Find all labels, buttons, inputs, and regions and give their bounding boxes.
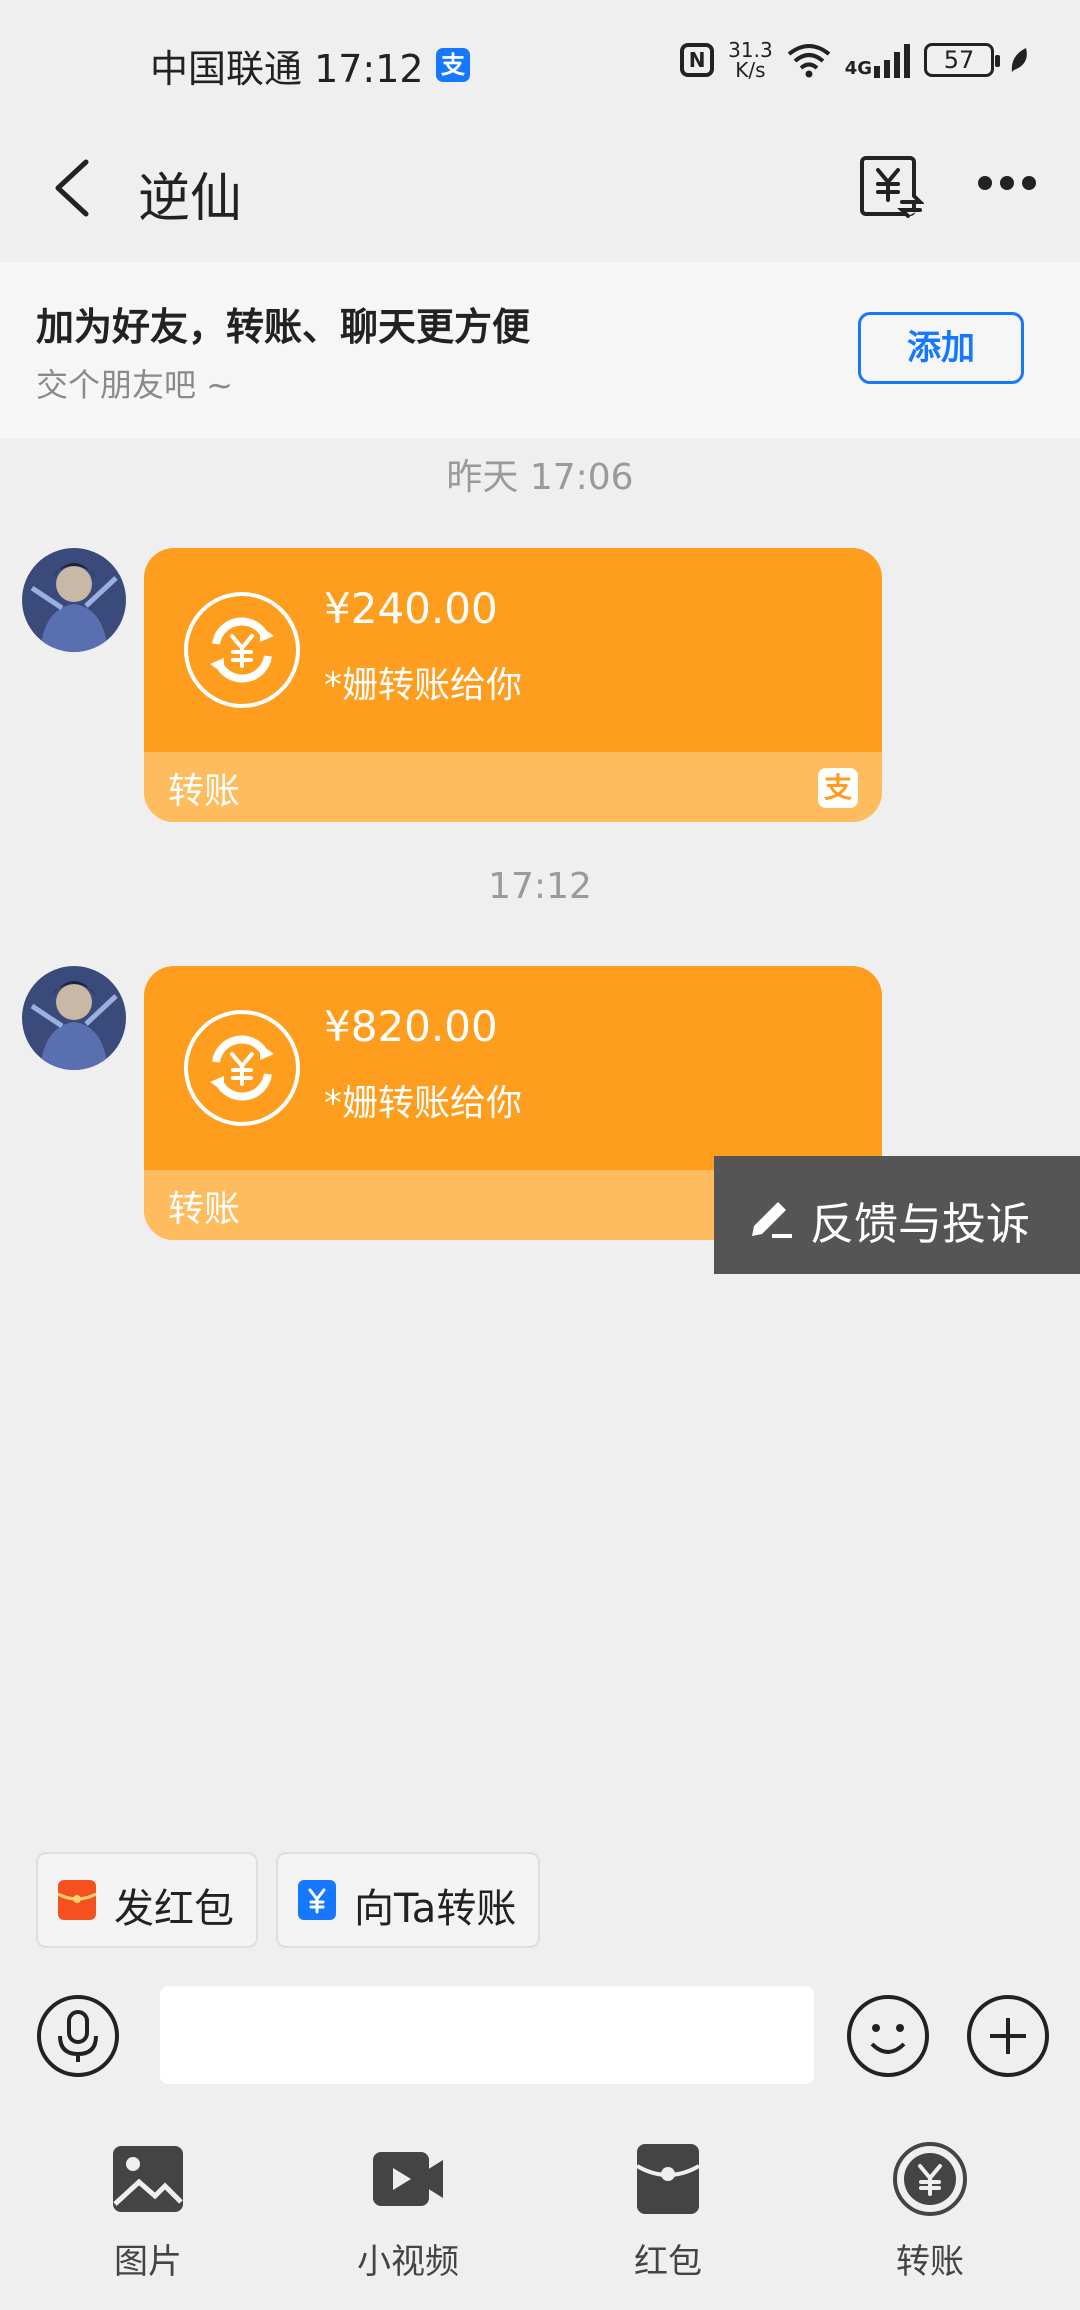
sender-avatar[interactable]	[22, 966, 126, 1070]
carrier-time: 中国联通 17:12	[150, 47, 424, 91]
back-arrow-icon[interactable]	[48, 158, 98, 218]
transfer-memo: *姗转账给你	[324, 665, 523, 706]
cellular: 4G	[845, 42, 910, 78]
emoji-icon[interactable]	[846, 1994, 930, 2078]
nfc-icon: N	[680, 43, 715, 77]
transfer-record-icon[interactable]	[858, 154, 924, 220]
sender-avatar[interactable]	[22, 548, 126, 652]
message-timestamp: 17:12	[488, 866, 592, 907]
chip-label: 向Ta转账	[354, 1886, 517, 1932]
attachment-tray: 图片 小视频 红包 转账	[0, 2130, 1080, 2310]
speed-unit: K/s	[735, 58, 766, 82]
transfer-card-footer: 转账 支	[144, 752, 882, 822]
transfer-coin-icon	[184, 1010, 300, 1126]
power-saving-leaf-icon	[1011, 48, 1027, 72]
network-speed: 31.3 K/s	[728, 40, 773, 80]
transfer-memo: *姗转账给你	[324, 1083, 523, 1124]
message-text-input[interactable]	[160, 1986, 814, 2084]
tray-image[interactable]: 图片	[48, 2142, 248, 2292]
transfer-coin-icon	[184, 592, 300, 708]
transfer-amount: ¥820.00	[324, 1002, 498, 1051]
message-timestamp: 昨天 17:06	[446, 457, 634, 498]
add-friend-banner: 加为好友，转账、聊天更方便 交个朋友吧 ~ 添加	[0, 262, 1080, 438]
tray-label: 图片	[114, 2242, 182, 2282]
red-packet-icon	[635, 2144, 701, 2214]
red-envelope-icon	[57, 1880, 97, 1920]
alipay-notification-icon: 支	[436, 48, 470, 82]
voice-input-icon[interactable]	[36, 1994, 120, 2078]
transfer-yuan-icon	[298, 1880, 336, 1920]
battery-icon: 57	[924, 43, 1000, 77]
tray-transfer[interactable]: 转账	[830, 2142, 1030, 2292]
send-red-envelope-chip[interactable]: 发红包	[36, 1852, 258, 1948]
speed-value: 31.3	[728, 38, 773, 62]
transfer-amount: ¥240.00	[324, 584, 498, 633]
network-type: 4G	[844, 58, 872, 79]
transfer-icon	[893, 2142, 967, 2216]
status-bar: 中国联通 17:12 支 N 31.3 K/s 4G 57	[0, 0, 1080, 120]
transfer-to-ta-chip[interactable]: 向Ta转账	[276, 1852, 540, 1948]
wifi-icon	[787, 44, 830, 78]
more-options-icon[interactable]	[978, 176, 1038, 196]
tray-label: 转账	[896, 2242, 964, 2282]
transfer-type-label: 转账	[168, 771, 241, 812]
tray-video[interactable]: 小视频	[308, 2142, 508, 2292]
chip-label: 发红包	[114, 1886, 234, 1932]
transfer-type-label: 转账	[168, 1189, 241, 1230]
signal-bars-icon	[874, 42, 910, 78]
chat-header: 逆仙	[0, 130, 1080, 250]
feedback-complaint-button[interactable]: 反馈与投诉	[714, 1156, 1080, 1274]
message-input-bar	[0, 1980, 1080, 2090]
edit-pen-icon	[752, 1202, 792, 1238]
chat-title: 逆仙	[138, 169, 243, 229]
tray-red-packet[interactable]: 红包	[568, 2142, 768, 2292]
video-icon	[373, 2152, 443, 2206]
feedback-label: 反馈与投诉	[810, 1199, 1030, 1250]
add-friend-button[interactable]: 添加	[858, 312, 1024, 384]
tray-label: 红包	[634, 2242, 702, 2282]
image-icon	[113, 2146, 183, 2212]
transfer-card[interactable]: ¥240.00 *姗转账给你 转账 支	[144, 548, 882, 822]
tray-label: 小视频	[357, 2242, 459, 2282]
alipay-logo-icon: 支	[818, 768, 858, 808]
more-actions-plus-icon[interactable]	[966, 1994, 1050, 2078]
banner-title: 加为好友，转账、聊天更方便	[36, 305, 531, 349]
status-icons: N 31.3 K/s 4G 57	[680, 40, 1030, 80]
banner-subtitle: 交个朋友吧 ~	[36, 366, 233, 404]
